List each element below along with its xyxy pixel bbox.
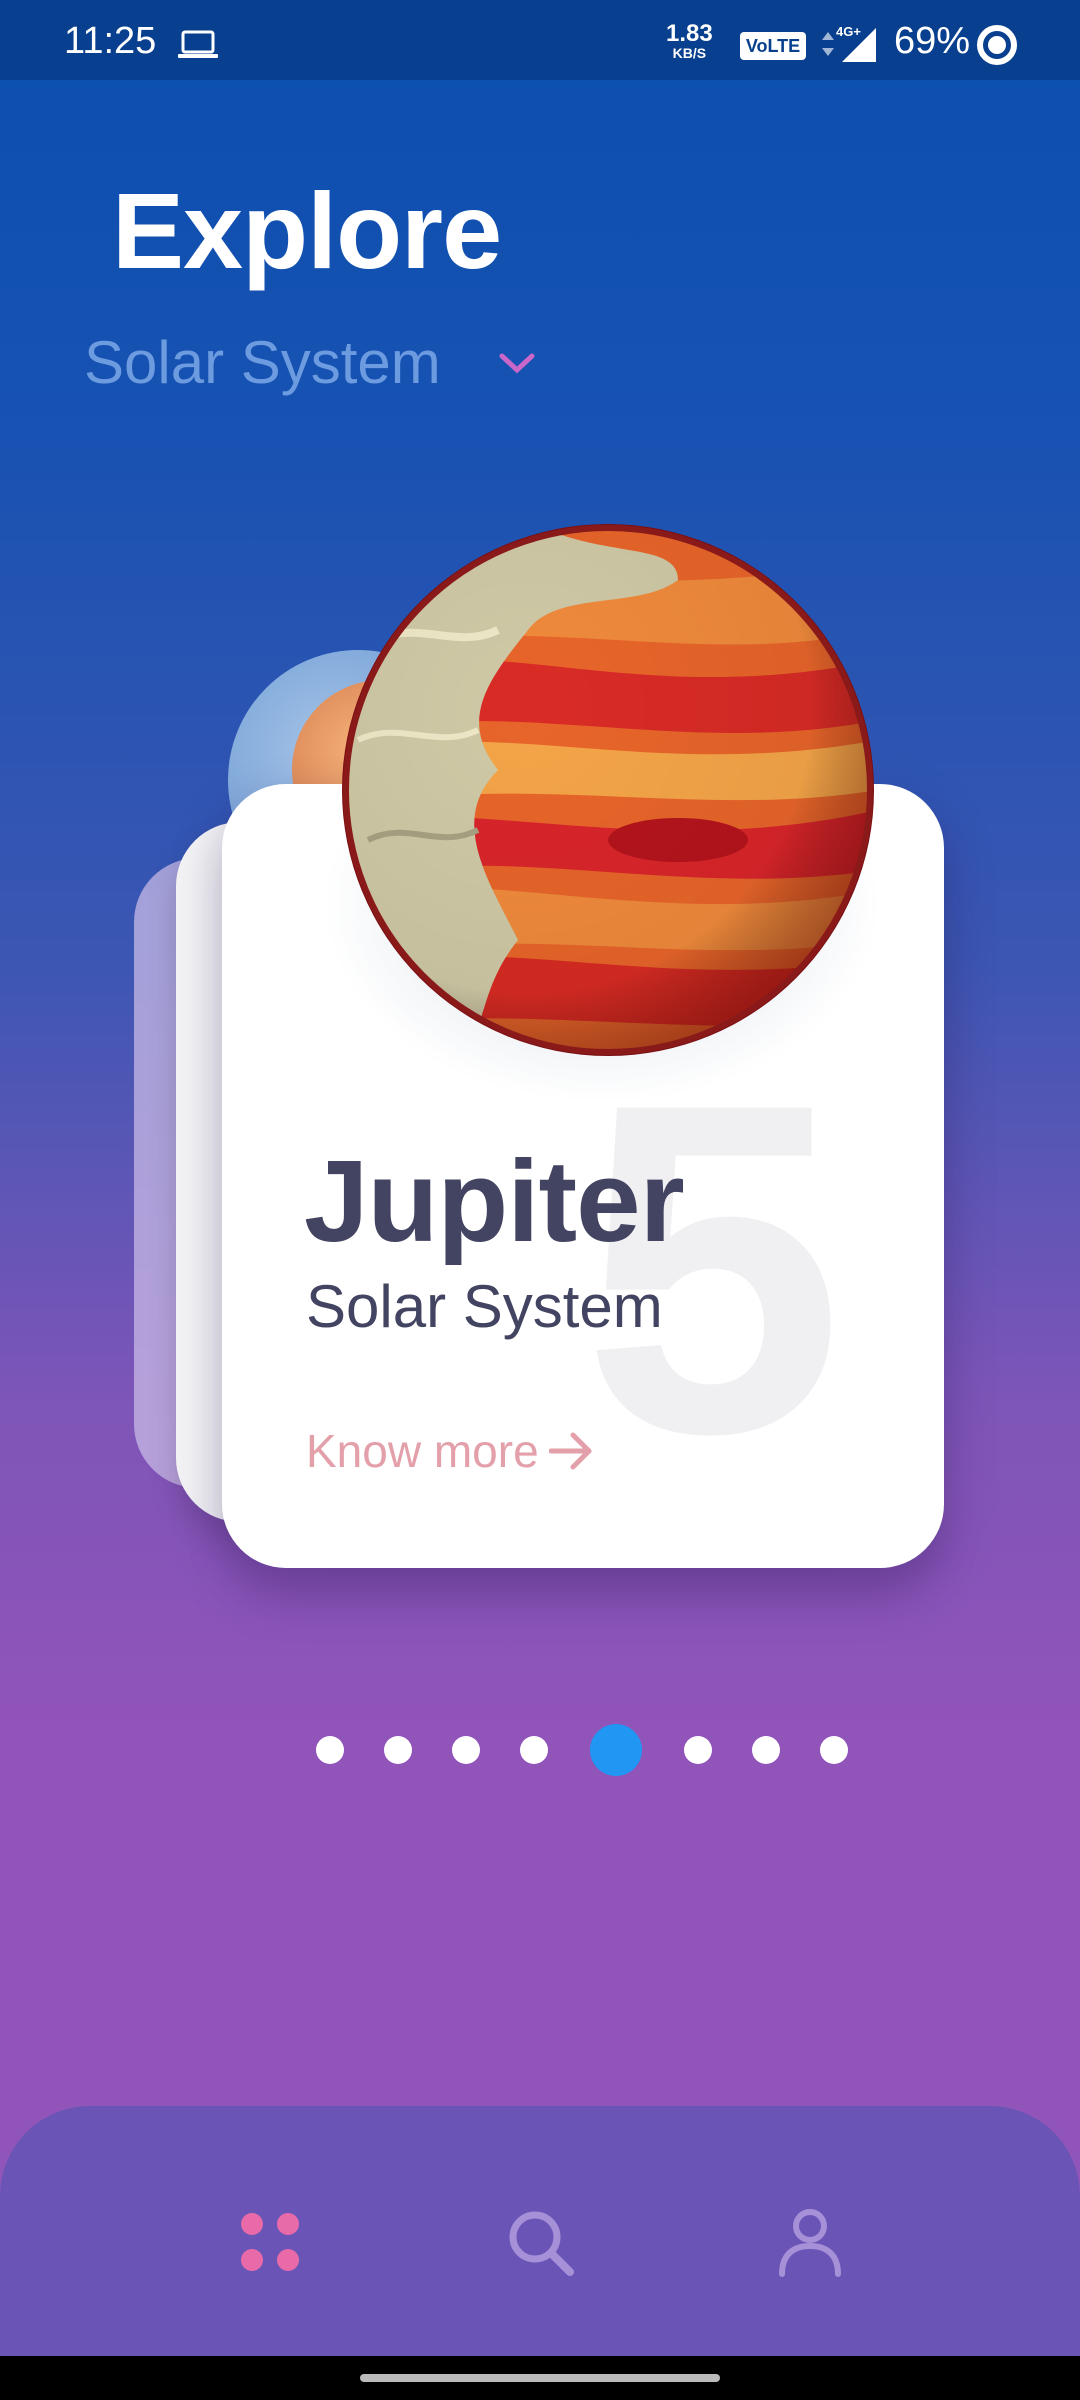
category-selector-label[interactable]: Solar System <box>84 328 441 397</box>
pagination-dot-active[interactable] <box>590 1724 642 1776</box>
home-indicator[interactable] <box>360 2374 720 2382</box>
planet-category: Solar System <box>306 1273 663 1340</box>
system-navigation-bar <box>0 2356 1080 2400</box>
pagination-dot[interactable] <box>684 1736 712 1764</box>
network-speed: 1.83 KB/S <box>666 20 713 61</box>
speed-unit: KB/S <box>672 45 707 61</box>
arrow-right-icon <box>548 1432 592 1470</box>
pagination-dot[interactable] <box>384 1736 412 1764</box>
pagination-dot[interactable] <box>820 1736 848 1764</box>
battery-icon <box>977 25 1017 65</box>
grid-icon[interactable] <box>230 2202 310 2282</box>
chevron-down-icon[interactable] <box>496 348 538 378</box>
user-icon[interactable] <box>770 2202 850 2282</box>
pagination-dot[interactable] <box>452 1736 480 1764</box>
know-more-link[interactable]: Know more <box>306 1424 595 1478</box>
volte-badge: VoLTE <box>740 32 806 60</box>
bottom-navigation <box>0 2106 1080 2356</box>
pagination-dot[interactable] <box>752 1736 780 1764</box>
planet-position-number: 5 <box>582 1006 844 1531</box>
pagination-dot[interactable] <box>316 1736 344 1764</box>
signal-icon <box>822 28 876 62</box>
search-icon[interactable] <box>500 2202 580 2282</box>
speed-value: 1.83 <box>666 20 713 47</box>
page-title: Explore <box>112 170 502 291</box>
battery-percent: 69% <box>894 20 971 62</box>
jupiter-planet-image[interactable] <box>338 520 878 1060</box>
planet-name: Jupiter <box>304 1136 685 1266</box>
pagination-dots <box>0 1722 1080 1782</box>
status-bar: 11:25 1.83 KB/S VoLTE 4G+ 69% <box>0 0 1080 80</box>
know-more-label: Know more <box>306 1425 539 1477</box>
laptop-icon <box>178 30 218 58</box>
status-time: 11:25 <box>64 20 157 62</box>
pagination-dot[interactable] <box>520 1736 548 1764</box>
